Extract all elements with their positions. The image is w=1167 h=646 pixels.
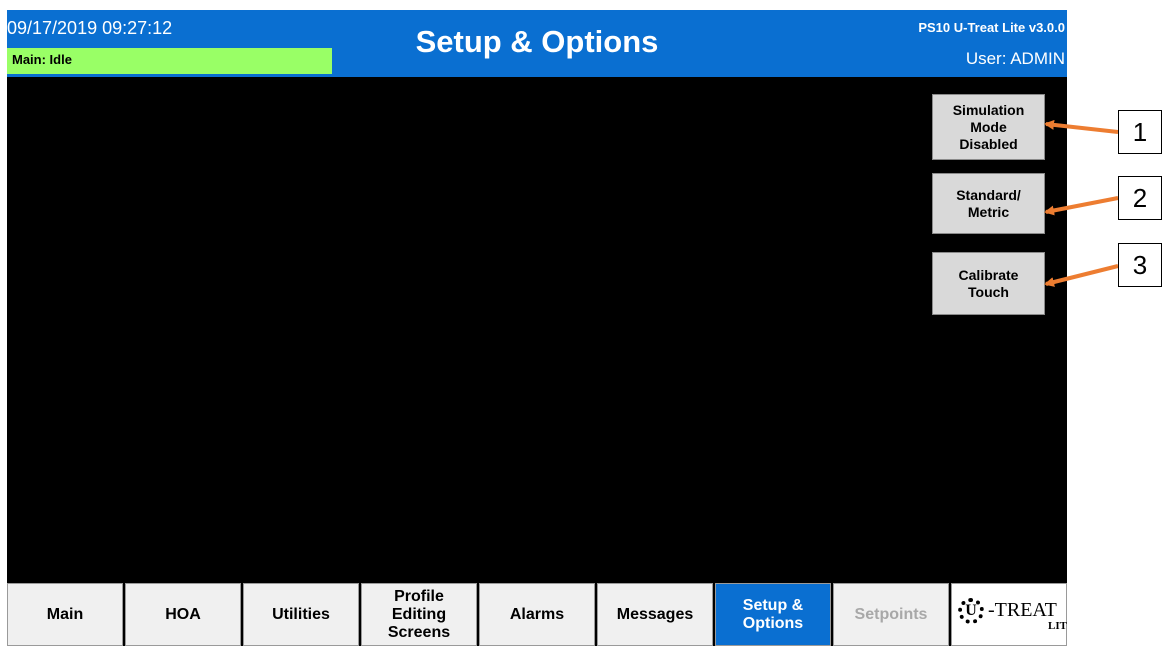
tab-setup-options[interactable]: Setup & Options [715, 583, 831, 646]
calibrate-touch-button[interactable]: Calibrate Touch [932, 252, 1045, 315]
standard-metric-button[interactable]: Standard/ Metric [932, 173, 1045, 234]
simulation-mode-button[interactable]: Simulation Mode Disabled [932, 94, 1045, 160]
tab-hoa[interactable]: HOA [125, 583, 241, 646]
tab-setpoints[interactable]: Setpoints [833, 583, 949, 646]
u-treat-lite-logo: U -TREAT LITE [951, 583, 1067, 646]
callout-label-1: 1 [1118, 110, 1162, 154]
header-bar: 09/17/2019 09:27:12 Main: Idle Setup & O… [7, 10, 1067, 77]
tab-main[interactable]: Main [7, 583, 123, 646]
user-label: User: ADMIN [965, 49, 1065, 68]
version-label: PS10 U-Treat Lite v3.0.0 [918, 20, 1065, 35]
tab-profile-editing-screens[interactable]: Profile Editing Screens [361, 583, 477, 646]
tab-utilities[interactable]: Utilities [243, 583, 359, 646]
u-logo-icon: U [958, 598, 984, 624]
callout-label-3: 3 [1118, 243, 1162, 287]
tab-messages[interactable]: Messages [597, 583, 713, 646]
logo-text: -TREAT [988, 599, 1057, 621]
page-title: Setup & Options [415, 24, 659, 59]
hmi-screen: 09/17/2019 09:27:12 Main: Idle Setup & O… [7, 10, 1067, 646]
callout-label-2: 2 [1118, 176, 1162, 220]
logo-mark: U [965, 602, 977, 619]
tab-bar: Main HOA Utilities Profile Editing Scree… [7, 583, 1067, 646]
tab-alarms[interactable]: Alarms [479, 583, 595, 646]
logo-sub: LITE [1048, 620, 1067, 632]
